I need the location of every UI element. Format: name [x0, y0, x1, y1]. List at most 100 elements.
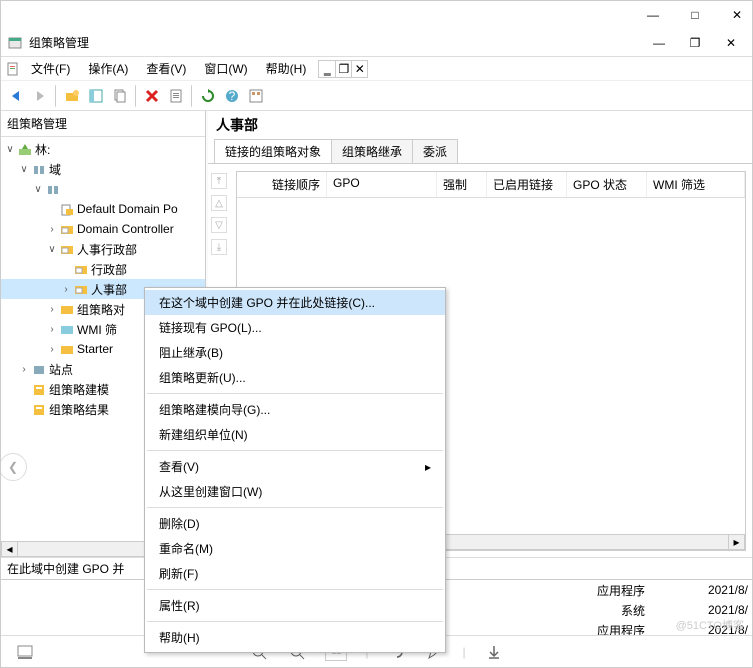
- expander-icon[interactable]: ›: [45, 304, 59, 315]
- col-link-order[interactable]: 链接顺序: [237, 172, 327, 197]
- tree-item[interactable]: 行政部: [91, 261, 127, 278]
- move-top-button[interactable]: ⤒: [211, 173, 227, 189]
- show-tree-button[interactable]: [85, 85, 107, 107]
- ctx-new-ou[interactable]: 新建组织单位(N): [145, 422, 445, 447]
- ctx-new-window[interactable]: 从这里创建窗口(W): [145, 479, 445, 504]
- ctx-properties[interactable]: 属性(R): [145, 593, 445, 618]
- scroll-left-icon[interactable]: ◂: [2, 542, 18, 556]
- tree-root[interactable]: 林:: [35, 141, 50, 158]
- tree-gpm-model[interactable]: 组策略建模: [49, 381, 109, 398]
- doc-icon: [5, 61, 21, 77]
- tree-item-selected[interactable]: 人事部: [91, 281, 127, 298]
- outer-max-button[interactable]: □: [688, 8, 702, 22]
- tree-item[interactable]: Default Domain Po: [77, 202, 178, 216]
- help-button[interactable]: ?: [221, 85, 243, 107]
- tree-gpm-result[interactable]: 组策略结果: [49, 401, 109, 418]
- tree-sites[interactable]: 站点: [49, 361, 73, 378]
- ctx-separator: [147, 589, 443, 590]
- separator: [135, 85, 137, 107]
- tree-item[interactable]: 人事行政部: [77, 241, 137, 258]
- ctx-rename[interactable]: 重命名(M): [145, 536, 445, 561]
- gpo-icon: [59, 202, 75, 216]
- domain-root-icon: [31, 162, 47, 176]
- col-gpo[interactable]: GPO: [327, 172, 437, 197]
- menu-help[interactable]: 帮助(H): [258, 58, 315, 79]
- refresh-button[interactable]: [197, 85, 219, 107]
- right-panel-title: 人事部: [208, 111, 752, 139]
- thumbnail-button[interactable]: [15, 642, 35, 662]
- expander-icon[interactable]: ∨: [45, 244, 59, 255]
- options-button[interactable]: [245, 85, 267, 107]
- ctx-modeling-wizard[interactable]: 组策略建模向导(G)...: [145, 397, 445, 422]
- close-button[interactable]: ✕: [716, 32, 746, 54]
- menu-window[interactable]: 窗口(W): [196, 58, 255, 79]
- scroll-right-icon[interactable]: ▸: [728, 535, 744, 549]
- tree-item[interactable]: WMI 筛: [77, 321, 117, 338]
- menu-view[interactable]: 查看(V): [138, 58, 194, 79]
- ctx-link-existing[interactable]: 链接现有 GPO(L)...: [145, 315, 445, 340]
- minimize-button[interactable]: —: [644, 32, 674, 54]
- toolbar: ?: [1, 81, 752, 111]
- ctx-separator: [147, 450, 443, 451]
- forward-button[interactable]: [29, 85, 51, 107]
- modeling-icon: [31, 382, 47, 396]
- tree-item[interactable]: Domain Controller: [77, 222, 174, 236]
- menu-action[interactable]: 操作(A): [80, 58, 136, 79]
- move-up-button[interactable]: △: [211, 195, 227, 211]
- tree-domain-root[interactable]: 域: [49, 161, 61, 178]
- status-text: 在此域中创建 GPO 并: [7, 560, 124, 577]
- sites-icon: [31, 362, 47, 376]
- mdi-restore-button[interactable]: ❐: [335, 61, 351, 77]
- mdi-min-button[interactable]: ‗: [319, 61, 335, 77]
- tab-inheritance[interactable]: 组策略继承: [331, 139, 413, 163]
- expander-icon[interactable]: ∨: [17, 164, 31, 175]
- tree-item[interactable]: 组策略对: [77, 301, 125, 318]
- outer-close-button[interactable]: ✕: [730, 8, 744, 22]
- mdi-close-button[interactable]: ✕: [351, 61, 367, 77]
- copy-button[interactable]: [109, 85, 131, 107]
- expander-icon[interactable]: ›: [45, 224, 59, 235]
- col-link-enabled[interactable]: 已启用链接: [487, 172, 567, 197]
- ctx-create-gpo-link[interactable]: 在这个域中创建 GPO 并在此处链接(C)...: [145, 290, 445, 315]
- expander-icon[interactable]: ›: [17, 364, 31, 375]
- expander-icon[interactable]: ∨: [31, 184, 45, 195]
- menu-file[interactable]: 文件(F): [23, 58, 78, 79]
- ou-icon: [73, 262, 89, 276]
- col-wmi-filter[interactable]: WMI 筛选: [647, 172, 745, 197]
- move-bottom-button[interactable]: ⤓: [211, 239, 227, 255]
- forest-icon: [17, 142, 33, 156]
- back-button[interactable]: [5, 85, 27, 107]
- ctx-help[interactable]: 帮助(H): [145, 625, 445, 650]
- download-button[interactable]: [484, 642, 504, 662]
- expander-icon[interactable]: ›: [45, 324, 59, 335]
- properties-button[interactable]: [165, 85, 187, 107]
- ctx-block-inherit[interactable]: 阻止继承(B): [145, 340, 445, 365]
- ctx-separator: [147, 621, 443, 622]
- separator: [191, 85, 193, 107]
- results-icon: [31, 402, 47, 416]
- ctx-delete[interactable]: 删除(D): [145, 511, 445, 536]
- expander-icon[interactable]: ∨: [3, 144, 17, 155]
- expander-icon[interactable]: ›: [59, 284, 73, 295]
- restore-button[interactable]: ❐: [680, 32, 710, 54]
- col-enforced[interactable]: 强制: [437, 172, 487, 197]
- outer-min-button[interactable]: —: [646, 8, 660, 22]
- new-folder-button[interactable]: [61, 85, 83, 107]
- svg-text:?: ?: [229, 89, 236, 103]
- tab-delegation[interactable]: 委派: [412, 139, 458, 163]
- tree-item[interactable]: Starter: [77, 342, 113, 356]
- move-down-button[interactable]: ▽: [211, 217, 227, 233]
- delete-button[interactable]: [141, 85, 163, 107]
- ctx-view[interactable]: 查看(V)▸: [145, 454, 445, 479]
- watermark: @51CTO博客: [676, 617, 744, 633]
- ctx-gp-update[interactable]: 组策略更新(U)...: [145, 365, 445, 390]
- tab-linked-gpo[interactable]: 链接的组策略对象: [214, 139, 332, 163]
- tree-domain[interactable]: [63, 182, 66, 196]
- menu-bar: 文件(F) 操作(A) 查看(V) 窗口(W) 帮助(H) ‗ ❐ ✕: [1, 57, 752, 81]
- ctx-separator: [147, 393, 443, 394]
- ctx-refresh[interactable]: 刷新(F): [145, 561, 445, 586]
- col-gpo-status[interactable]: GPO 状态: [567, 172, 647, 197]
- tab-strip: 链接的组策略对象 组策略继承 委派: [208, 139, 752, 164]
- prev-pane-button[interactable]: ❮: [1, 453, 27, 481]
- expander-icon[interactable]: ›: [45, 344, 59, 355]
